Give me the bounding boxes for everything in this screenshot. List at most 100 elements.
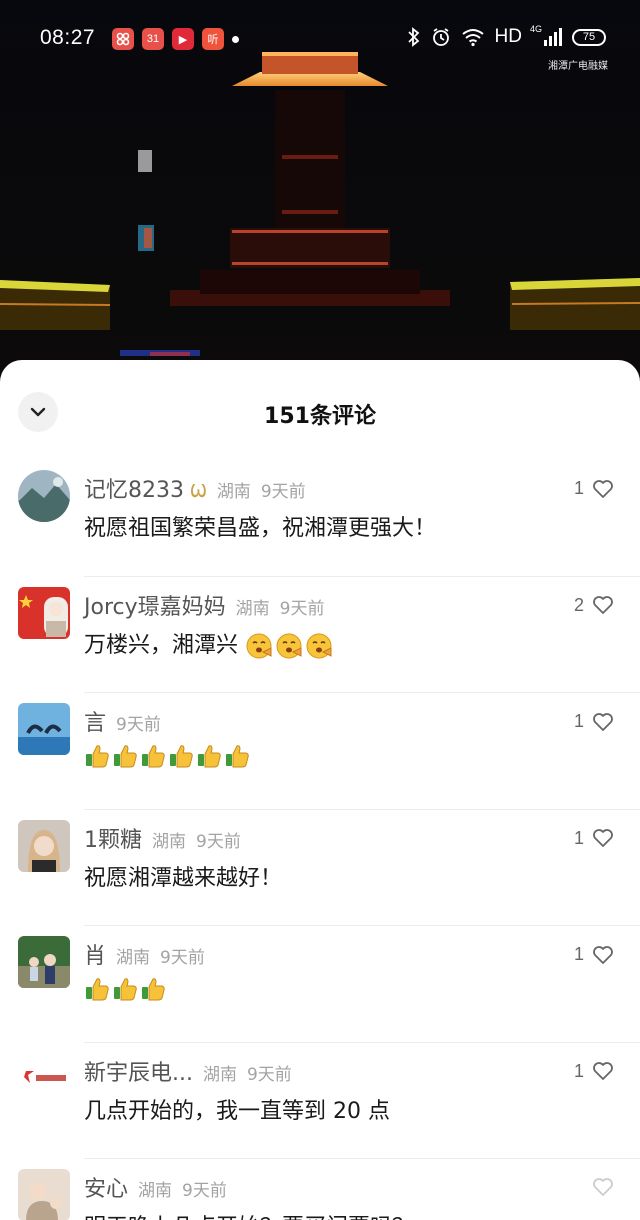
like-button[interactable]: 1 [574, 711, 614, 732]
comment-sheet: 151条评论 记忆8233 Ѡ 湖南 9天前 祝愿祖国繁荣昌盛，祝湘潭更强大！ … [0, 360, 640, 1220]
comment-text-body: 万楼兴，湘潭兴 [84, 632, 239, 658]
comment-meta: 肖 湖南 9天前 [84, 938, 205, 970]
thumbs-up-emoji-icon [198, 745, 221, 768]
wow-face-emoji-icon [276, 633, 302, 658]
thumbs-up-emoji-icon [86, 745, 109, 768]
clock: 08:27 [40, 26, 96, 49]
like-button[interactable]: 1 [574, 1061, 614, 1082]
comment-text [84, 976, 168, 1002]
sheet-header: 151条评论 [0, 360, 640, 460]
listen-app-icon: 听 [202, 28, 224, 50]
video-app-icon: ▶ [172, 28, 194, 50]
like-button[interactable]: 1 [574, 478, 614, 499]
thumbs-up-emoji-icon [114, 745, 137, 768]
status-bar: 08:27 31 ▶ 听 HD 4G 75 湘潭广电融媒 [0, 0, 640, 80]
comment-location: 湖南 [235, 598, 270, 619]
comment-meta: 记忆8233 Ѡ 湖南 9天前 [84, 472, 306, 504]
comment-location: 湖南 [152, 831, 186, 852]
battery-icon: 75 [572, 28, 606, 46]
avatar[interactable] [18, 470, 70, 522]
comment-text: 几点开始的，我一直等到 20 点 [84, 1098, 390, 1124]
like-count: 2 [573, 594, 584, 615]
comment-time: 9天前 [196, 831, 241, 852]
username[interactable]: 肖 [84, 938, 106, 970]
heart-icon [593, 1062, 613, 1080]
comment-meta: 言 9天前 [84, 705, 161, 737]
comment-text: 万楼兴，湘潭兴 [84, 627, 335, 660]
avatar[interactable] [18, 1169, 70, 1220]
like-count: 1 [573, 1060, 584, 1081]
thumbs-up-emoji-icon [226, 745, 249, 768]
comment-list[interactable]: 记忆8233 Ѡ 湖南 9天前 祝愿祖国繁荣昌盛，祝湘潭更强大！ 1 Jorcy… [0, 460, 640, 1220]
thumbs-up-emoji-icon [142, 978, 165, 1001]
like-button[interactable]: 2 [574, 595, 614, 616]
username[interactable]: 安心 [84, 1171, 128, 1203]
comment-item[interactable]: 肖 湖南 9天前 1 [0, 926, 640, 1043]
username[interactable]: 新宇辰电... [84, 1055, 193, 1087]
thumbs-up-emoji-icon [170, 745, 193, 768]
like-count: 1 [573, 711, 584, 731]
comment-item[interactable]: Jorcy璟嘉妈妈 湖南 9天前 万楼兴，湘潭兴 2 [0, 577, 640, 693]
heart-icon [593, 829, 613, 847]
avatar[interactable] [18, 936, 70, 988]
emoji-row [84, 976, 168, 1001]
comment-location: 湖南 [116, 948, 151, 968]
user-badge-icon: Ѡ [190, 481, 207, 502]
username[interactable]: 记忆8233 [84, 472, 184, 504]
comment-time: 9天前 [160, 948, 205, 968]
comment-meta: 安心 湖南 9天前 [84, 1171, 227, 1203]
comment-meta: 1颗糖 湖南 9天前 [84, 822, 241, 854]
emoji-row [245, 633, 335, 658]
heart-icon [593, 945, 613, 964]
comment-location: 湖南 [138, 1181, 173, 1201]
more-notifications-dot [232, 35, 239, 43]
comment-text: 祝愿祖国繁荣昌盛，祝湘潭更强大！ [84, 516, 437, 541]
avatar[interactable] [18, 1052, 70, 1105]
avatar[interactable] [18, 819, 70, 872]
comment-item[interactable]: 言 9天前 1 [0, 693, 640, 810]
comment-location: 湖南 [202, 1064, 237, 1085]
emoji-row [84, 743, 252, 768]
thumbs-up-emoji-icon [114, 978, 137, 1001]
username[interactable]: 言 [84, 705, 106, 737]
comment-time: 9天前 [260, 482, 306, 502]
comment-meta: 新宇辰电... 湖南 9天前 [84, 1055, 292, 1087]
comment-item[interactable]: 记忆8233 Ѡ 湖南 9天前 祝愿祖国繁荣昌盛，祝湘潭更强大！ 1 [0, 460, 640, 577]
thumbs-up-emoji-icon [86, 978, 109, 1001]
comment-count-title: 151条评论 [264, 404, 376, 429]
avatar[interactable] [18, 703, 70, 755]
heart-icon [593, 1178, 613, 1196]
notification-icons: 31 ▶ 听 [112, 28, 239, 50]
like-button[interactable]: 1 [574, 828, 614, 849]
thumbs-up-emoji-icon [142, 745, 165, 768]
comment-time: 9天前 [116, 715, 161, 735]
comment-text: 明天晚上几点开始？要买门票吗？ [84, 1209, 414, 1220]
like-button[interactable] [584, 1177, 614, 1197]
comment-text [84, 743, 252, 769]
like-button[interactable]: 1 [574, 944, 614, 965]
calendar-app-icon: 31 [142, 28, 164, 50]
heart-icon [593, 479, 613, 498]
avatar[interactable] [18, 586, 70, 639]
comment-time: 9天前 [182, 1181, 227, 1201]
cell-type-label: 4G [530, 24, 543, 34]
comment-location: 湖南 [216, 482, 251, 502]
comment-meta: Jorcy璟嘉妈妈 湖南 9天前 [84, 589, 324, 621]
channel-watermark: 湘潭广电融媒 [548, 61, 608, 72]
cell-signal: 4G [530, 24, 562, 46]
wifi-icon [461, 29, 484, 47]
username[interactable]: 1颗糖 [84, 822, 142, 854]
comment-item[interactable]: 1颗糖 湖南 9天前 祝愿湘潭越来越好！ 1 [0, 810, 640, 926]
username[interactable]: Jorcy璟嘉妈妈 [84, 589, 226, 621]
comment-item[interactable]: 安心 湖南 9天前 明天晚上几点开始？要买门票吗？ [0, 1159, 640, 1220]
heart-icon [593, 596, 613, 614]
wow-face-emoji-icon [306, 633, 332, 658]
comment-time: 9天前 [279, 598, 325, 619]
system-icons: HD 4G 75 [407, 21, 606, 48]
comment-time: 9天前 [246, 1064, 292, 1085]
like-count: 1 [573, 827, 584, 848]
comment-text: 祝愿湘潭越来越好！ [84, 865, 283, 891]
wow-face-emoji-icon [246, 633, 272, 658]
bluetooth-icon [407, 27, 419, 47]
comment-item[interactable]: 新宇辰电... 湖南 9天前 几点开始的，我一直等到 20 点 1 [0, 1043, 640, 1159]
